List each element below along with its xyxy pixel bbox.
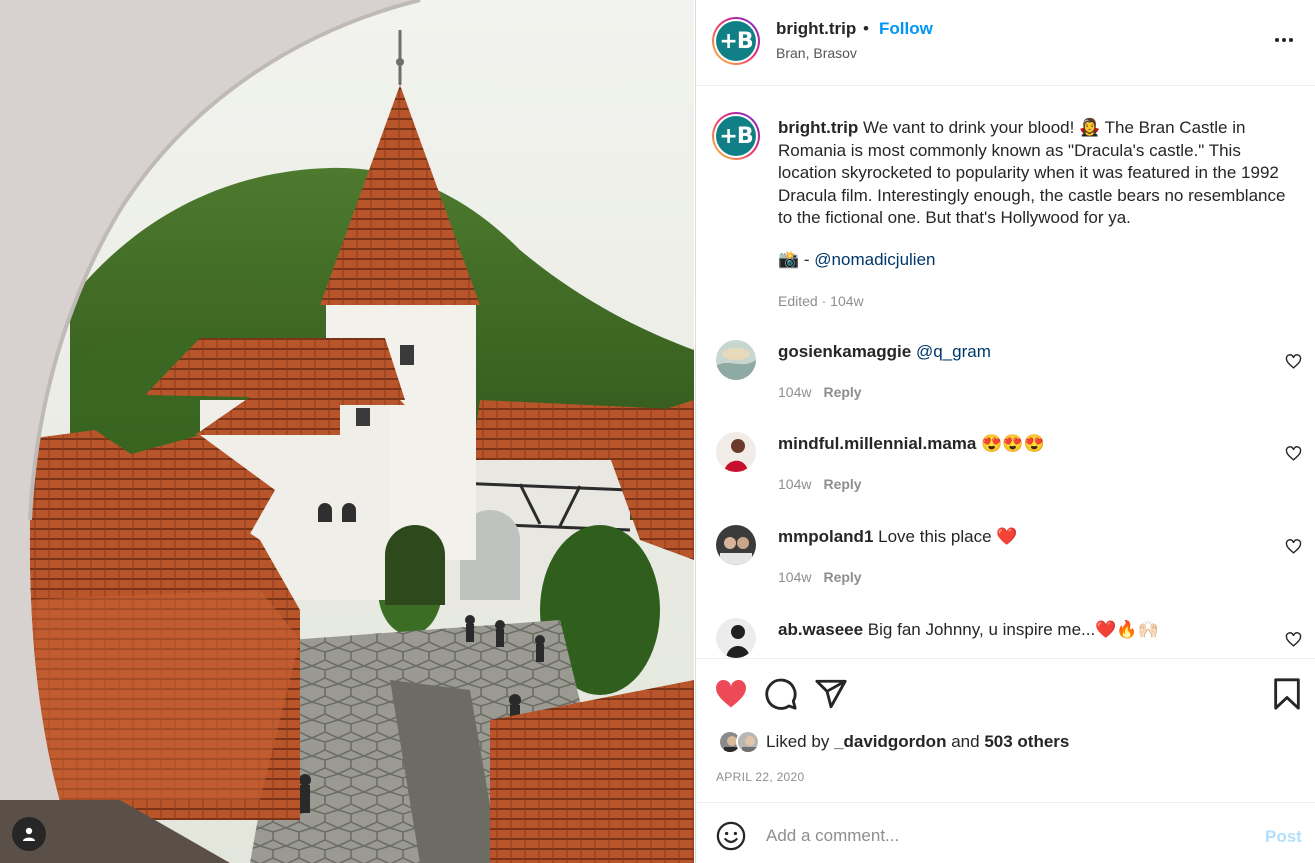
liked-by-label: Liked by [766, 732, 830, 751]
reply-button[interactable]: Reply [823, 476, 861, 492]
header-separator: • [863, 19, 869, 38]
user-tag-icon [23, 827, 35, 841]
caption-text: bright.trip We vant to drink your blood!… [778, 117, 1298, 230]
caption-avatar-logo: +B [716, 116, 756, 156]
comment-item: mindful.millennial.mama 😍😍😍 104w Reply [696, 432, 1315, 512]
comment-username[interactable]: gosienkamaggie [778, 342, 911, 361]
credit-mention-link[interactable]: @nomadicjulien [814, 250, 935, 269]
location-link[interactable]: Bran, Brasov [776, 45, 857, 61]
header-username[interactable]: bright.trip [776, 19, 856, 39]
others-likes-link[interactable]: 503 others [984, 732, 1069, 751]
liked-conj: and [951, 732, 980, 751]
post-header: +B bright.trip • Follow Bran, Brasov [696, 0, 1315, 86]
first-liker-link[interactable]: _davidgordon [834, 732, 946, 751]
post-side-panel: +B bright.trip • Follow Bran, Brasov +B … [695, 0, 1315, 863]
caption-meta: Edited · 104w [778, 293, 864, 309]
caption-username[interactable]: bright.trip [778, 118, 858, 137]
comment-like-heart-icon[interactable] [1285, 631, 1302, 648]
comment-item: gosienkamaggie @q_gram 104w Reply [696, 340, 1315, 420]
meta-dot: · [821, 293, 827, 309]
edited-label: Edited [778, 293, 818, 309]
likes-summary: Liked by _davidgordon and 503 others [718, 730, 1069, 754]
comment-avatar[interactable] [716, 618, 756, 658]
post-actions: Liked by _davidgordon and 503 others APR… [696, 660, 1315, 803]
comment-item: mmpoland1 Love this place ❤️ 104w Reply [696, 525, 1315, 605]
avatar-logo: +B [716, 21, 756, 61]
reply-button[interactable]: Reply [823, 384, 861, 400]
comment-text: Big fan Johnny, u inspire me...❤️🔥🙌🏻 [867, 620, 1159, 639]
comment-avatar[interactable] [716, 340, 756, 380]
caption-avatar[interactable]: +B [712, 112, 760, 160]
follow-button[interactable]: Follow [879, 19, 933, 39]
comment-text: 😍😍😍 [981, 434, 1045, 453]
comment-age[interactable]: 104w [778, 384, 811, 400]
comment-username[interactable]: mindful.millennial.mama [778, 434, 976, 453]
comment-like-heart-icon[interactable] [1285, 445, 1302, 462]
comment-text: Love this place ❤️ [878, 527, 1018, 546]
castle-photo [0, 0, 694, 863]
comment-input[interactable] [766, 818, 1246, 854]
share-plane-icon[interactable] [814, 677, 848, 711]
credit-separator: - [799, 250, 815, 269]
comment-username[interactable]: mmpoland1 [778, 527, 873, 546]
comment-avatar[interactable] [716, 432, 756, 472]
like-heart-icon[interactable] [714, 677, 748, 711]
comment-mention-link[interactable]: @q_gram [916, 342, 991, 361]
comments-scroll-area[interactable]: +B bright.trip We vant to drink your blo… [696, 87, 1315, 659]
comment-avatar[interactable] [716, 525, 756, 565]
more-options-icon[interactable] [1270, 30, 1298, 50]
comment-username[interactable]: ab.waseee [778, 620, 863, 639]
post-comment-button[interactable]: Post [1265, 827, 1302, 847]
user-tag-button[interactable] [12, 817, 46, 851]
photo-credit: 📸 - @nomadicjulien [778, 250, 936, 270]
add-comment-bar: Post [696, 804, 1315, 863]
emoji-smiley-icon[interactable] [716, 821, 746, 851]
liker-avatar [736, 730, 760, 754]
reply-button[interactable]: Reply [823, 569, 861, 585]
camera-emoji: 📸 [778, 250, 800, 269]
caption-age[interactable]: 104w [830, 293, 863, 309]
comment-bubble-icon[interactable] [764, 677, 798, 711]
comment-item: ab.waseee Big fan Johnny, u inspire me..… [696, 618, 1315, 658]
post-photo[interactable] [0, 0, 694, 863]
comment-age[interactable]: 104w [778, 569, 811, 585]
comment-age[interactable]: 104w [778, 476, 811, 492]
comment-like-heart-icon[interactable] [1285, 353, 1302, 370]
comment-like-heart-icon[interactable] [1285, 538, 1302, 555]
save-bookmark-icon[interactable] [1270, 677, 1304, 711]
post-date[interactable]: APRIL 22, 2020 [716, 770, 804, 784]
avatar[interactable]: +B [712, 17, 760, 65]
